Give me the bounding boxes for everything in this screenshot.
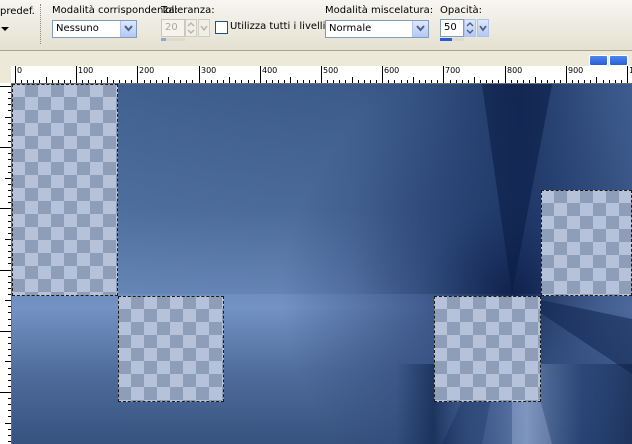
spin-updown-icon[interactable] — [464, 19, 476, 37]
tolerance-level-track — [161, 38, 185, 41]
ruler-label: 800 — [507, 66, 523, 75]
transparent-selection-top-left[interactable] — [12, 84, 118, 296]
ruler-top[interactable]: 0100200300400500600700800900100 — [11, 66, 632, 84]
opacity-label: Opacità: — [440, 5, 483, 16]
ruler-label: 600 — [384, 66, 400, 75]
opacity-field[interactable]: 50 — [440, 19, 464, 37]
blend-mode-value: Normale — [329, 23, 372, 34]
spin-updown-icon[interactable] — [185, 19, 197, 37]
tolerance-level-fill — [161, 38, 166, 41]
presets-dropdown-icon[interactable] — [1, 27, 9, 31]
ruler-corner — [0, 66, 11, 83]
opacity-value: 50 — [444, 22, 457, 33]
blend-mode-label: Modalità miscelatura: — [325, 5, 434, 16]
match-mode-value: Nessuno — [56, 23, 99, 34]
presets-label[interactable]: predef.: — [0, 6, 36, 17]
tolerance-label: Tolleranza: — [161, 5, 215, 16]
opacity-level-track — [440, 38, 464, 41]
ruler-label: 400 — [262, 66, 278, 75]
use-all-layers-checkbox[interactable] — [215, 21, 228, 34]
ruler-label: 300 — [201, 66, 217, 75]
match-mode-select[interactable]: Nessuno — [52, 20, 137, 38]
ruler-label: 700 — [445, 66, 461, 75]
chevron-down-icon[interactable] — [120, 21, 136, 37]
minimize-window-button[interactable] — [589, 55, 608, 66]
chevron-down-icon[interactable] — [477, 19, 489, 37]
maximize-window-button[interactable] — [609, 55, 628, 66]
ruler-label: 0 — [17, 66, 23, 75]
transparent-selection-bottom-right[interactable] — [434, 296, 541, 402]
transparent-selection-right[interactable] — [541, 190, 632, 296]
chevron-down-icon[interactable] — [198, 19, 210, 37]
ruler-left[interactable] — [0, 83, 12, 444]
tolerance-field[interactable]: 20 — [161, 19, 185, 37]
use-all-layers-label[interactable]: Utilizza tutti i livelli — [230, 21, 325, 33]
tool-options-bar: predef.: Modalità corrispondenza: Nessun… — [0, 0, 632, 51]
opacity-spinner[interactable]: 50 — [440, 19, 489, 41]
blend-mode-select[interactable]: Normale — [325, 20, 429, 38]
ruler-label: 500 — [323, 66, 339, 75]
transparent-selection-bottom-left[interactable] — [118, 296, 224, 402]
tolerance-value: 20 — [165, 22, 178, 33]
image-canvas[interactable] — [12, 84, 632, 444]
chevron-down-icon[interactable] — [412, 21, 428, 37]
ruler-label: 900 — [568, 66, 584, 75]
ruler-label: 100 — [78, 66, 94, 75]
ruler-label: 200 — [139, 66, 155, 75]
opacity-level-fill — [440, 38, 452, 41]
toolbar-grip[interactable] — [40, 4, 42, 44]
tolerance-spinner[interactable]: 20 — [161, 19, 210, 41]
match-mode-label: Modalità corrispondenza: — [52, 5, 179, 16]
